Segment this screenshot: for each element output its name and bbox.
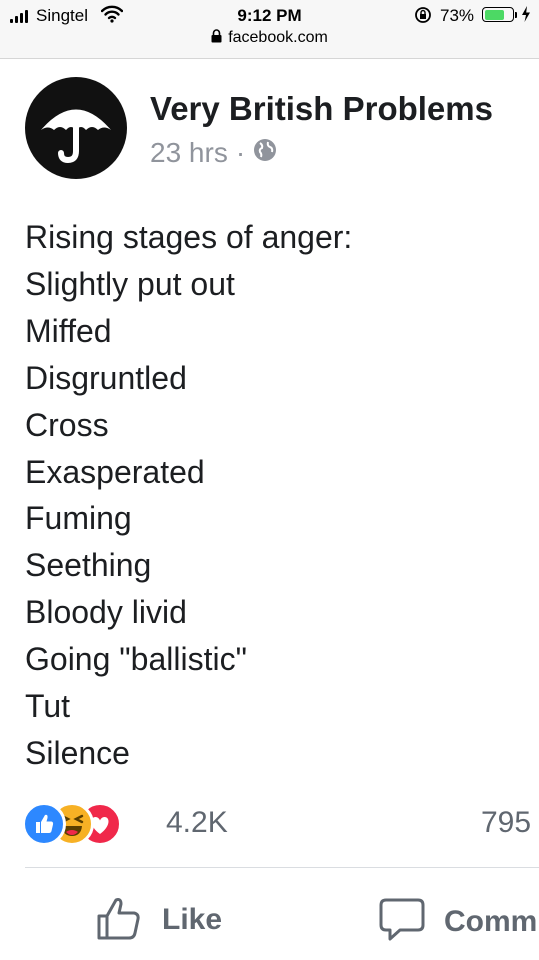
like-button[interactable]: Like	[96, 894, 222, 946]
battery-tip	[515, 12, 517, 18]
post-text-line: Going "ballistic"	[25, 641, 247, 678]
post-text-line: Slightly put out	[25, 265, 235, 302]
reaction-count[interactable]: 4.2K	[166, 806, 228, 840]
like-label: Like	[162, 903, 223, 936]
post-text: Rising stages of anger: Slightly put out…	[25, 214, 352, 777]
comment-count[interactable]: 795	[481, 806, 531, 840]
page-avatar[interactable]	[25, 77, 127, 179]
post-text-line: Bloody livid	[25, 594, 187, 631]
url-text: facebook.com	[228, 29, 328, 46]
post-text-line: Seething	[25, 547, 152, 584]
like-reaction-icon	[22, 802, 66, 846]
comment-bubble-icon	[378, 897, 426, 948]
post-text-line: Disgruntled	[25, 359, 187, 396]
battery-percentage: 73%	[440, 6, 475, 25]
divider	[25, 867, 539, 868]
globe-icon[interactable]	[253, 137, 277, 169]
comment-label: Comm	[444, 905, 538, 938]
battery-level-fill	[484, 9, 505, 20]
lock-icon	[211, 29, 222, 48]
status-bar: Singtel 9:12 PM 73% facebook.com	[0, 0, 539, 59]
post-meta: 23 hrs ·	[150, 137, 277, 169]
address-bar[interactable]: facebook.com	[0, 29, 539, 48]
page-name[interactable]: Very British Problems	[150, 90, 493, 128]
post-text-line: Silence	[25, 734, 130, 771]
battery-icon	[482, 7, 514, 22]
post-text-line: Fuming	[25, 500, 132, 537]
post-text-line: Tut	[25, 688, 71, 725]
comment-button[interactable]: Comm	[378, 896, 537, 948]
rotation-lock-icon	[413, 6, 433, 29]
meta-separator: ·	[235, 137, 246, 168]
post-text-line: Cross	[25, 406, 109, 443]
umbrella-logo-icon	[41, 109, 111, 164]
post-timestamp[interactable]: 23 hrs	[150, 137, 228, 169]
post-text-line: Rising stages of anger:	[25, 219, 353, 255]
charging-bolt-icon	[521, 5, 531, 28]
thumbs-up-icon	[96, 894, 142, 947]
post-text-line: Exasperated	[25, 453, 205, 490]
post-text-line: Miffed	[25, 312, 112, 349]
reactions-summary[interactable]	[22, 802, 172, 846]
